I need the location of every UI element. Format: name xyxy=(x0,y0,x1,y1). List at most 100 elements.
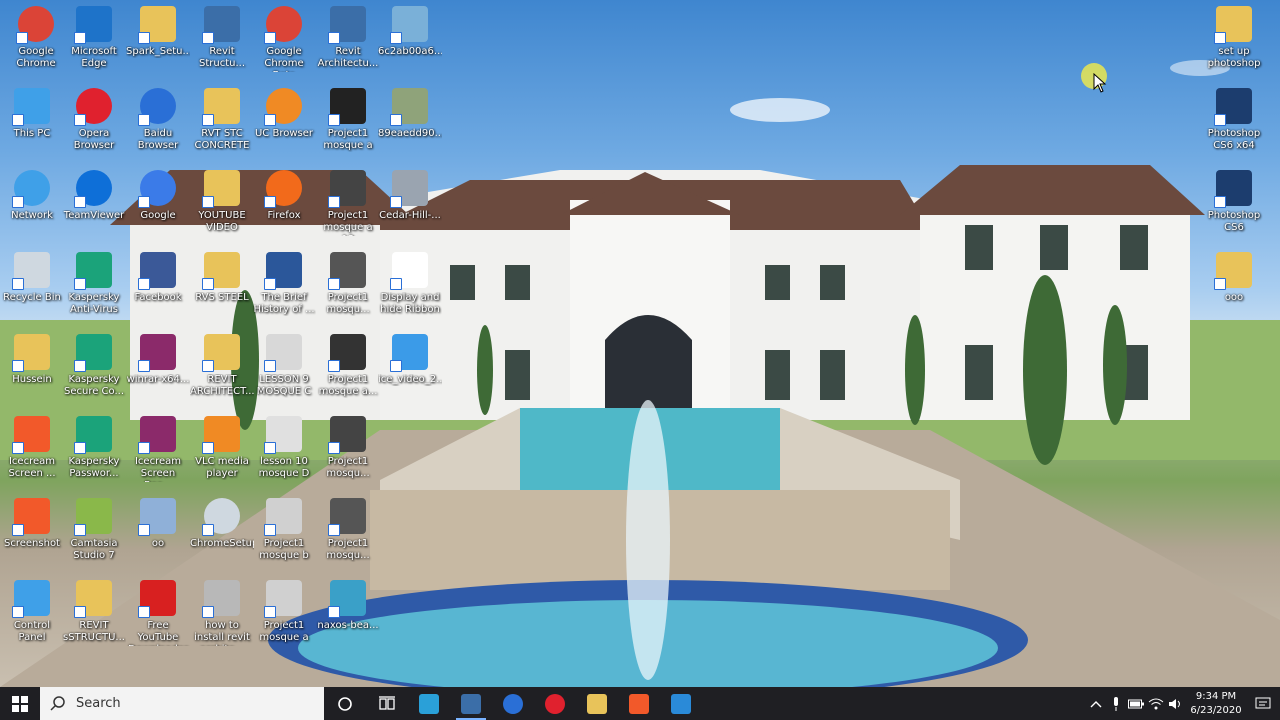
chrome-beta-icon xyxy=(264,6,302,44)
desktop-icon[interactable]: Revit Structu... xyxy=(190,0,254,70)
task-view-button[interactable] xyxy=(366,687,408,720)
desktop-icon[interactable]: Control Panel xyxy=(0,574,64,644)
kaspersky-icon xyxy=(74,252,112,290)
microphone-icon xyxy=(1114,696,1118,711)
desktop-icon[interactable]: Google Chrome Beta xyxy=(252,0,316,72)
taskbar-app-button[interactable] xyxy=(492,687,534,720)
desktop-icon[interactable]: Display and hide Ribbon xyxy=(378,246,442,316)
desktop-icon[interactable]: 89eaedd90... xyxy=(378,82,442,140)
desktop-icon[interactable]: Photoshop CS6 xyxy=(1202,164,1266,234)
desktop-icon[interactable]: Kaspersky Secure Co... xyxy=(62,328,126,398)
taskbar-app-button[interactable] xyxy=(660,687,702,720)
desktop-icon[interactable]: Project1 mosque a... xyxy=(316,328,380,398)
desktop-icon[interactable]: Spark_Setu... xyxy=(126,0,190,58)
desktop-icon[interactable]: Hussein xyxy=(0,328,64,386)
desktop-icon-label: This PC xyxy=(13,128,51,139)
revit-icon xyxy=(328,6,366,44)
desktop-icon[interactable]: RVS STEEL xyxy=(190,246,254,304)
desktop-icon[interactable]: The Brief History of ... xyxy=(252,246,316,316)
desktop-icon[interactable]: Revit Architectu... xyxy=(316,0,380,70)
desktop-icon[interactable]: Opera Browser xyxy=(62,82,126,152)
desktop-icon[interactable]: Free YouTube Downloader xyxy=(126,574,190,646)
desktop-icon[interactable]: Network xyxy=(0,164,64,222)
desktop-icon[interactable]: winrar-x64... xyxy=(126,328,190,386)
desktop-icon[interactable]: lesson 10 mosque D xyxy=(252,410,316,480)
desktop-icon[interactable]: Facebook xyxy=(126,246,190,304)
taskbar-search-box[interactable]: Search xyxy=(40,687,324,720)
desktop-icon[interactable]: Google xyxy=(126,164,190,222)
desktop-icon-label: oo xyxy=(151,538,165,549)
image-thumbnail-icon xyxy=(390,88,428,126)
desktop-icon[interactable]: Baidu Browser xyxy=(126,82,190,152)
taskbar-app-button[interactable] xyxy=(408,687,450,720)
desktop-icon[interactable]: RVT STC CONCRETE xyxy=(190,82,254,152)
taskbar-app-button[interactable] xyxy=(450,687,492,720)
camtasia-icon xyxy=(74,498,112,536)
revit-icon xyxy=(461,693,481,714)
start-button[interactable] xyxy=(0,687,40,720)
volume-tray-button[interactable] xyxy=(1166,687,1186,720)
desktop-icon-label: Baidu Browser xyxy=(137,128,179,151)
desktop-icon-label: set up photoshop xyxy=(1207,46,1261,69)
show-hidden-icons-button[interactable] xyxy=(1086,687,1106,720)
image-thumbnail-icon xyxy=(328,580,366,618)
desktop-icon[interactable]: Screenshot xyxy=(0,492,64,550)
taskbar-app-button[interactable] xyxy=(576,687,618,720)
desktop-icon[interactable]: Kaspersky Passwor... xyxy=(62,410,126,480)
desktop-icon-label: Display and hide Ribbon xyxy=(380,292,440,315)
cortana-button[interactable] xyxy=(324,687,366,720)
desktop-icon[interactable]: how to install revit archite... xyxy=(190,574,254,646)
taskbar-app-button[interactable] xyxy=(618,687,660,720)
icecream-screen-icon xyxy=(12,416,50,454)
desktop-icon[interactable]: Project1 mosque b xyxy=(252,492,316,562)
battery-tray-button[interactable] xyxy=(1126,687,1146,720)
word-doc-icon xyxy=(264,252,302,290)
desktop-icon[interactable]: TeamViewer xyxy=(62,164,126,222)
project-thumbnail-icon xyxy=(328,252,366,290)
desktop-icon[interactable]: Photoshop CS6 x64 xyxy=(1202,82,1266,152)
desktop-icon[interactable]: LESSON 9 MOSQUE C xyxy=(252,328,316,398)
desktop-icon-label: naxos-bea... xyxy=(317,620,379,631)
desktop-icon[interactable]: Project1 mosque a 12 xyxy=(316,164,380,236)
desktop-icon[interactable]: Google Chrome xyxy=(4,0,68,70)
desktop-icon[interactable]: Project1 mosqu... xyxy=(316,410,380,480)
desktop-icon[interactable]: Microsoft Edge xyxy=(62,0,126,70)
desktop-icon[interactable]: ice_video_2... xyxy=(378,328,442,386)
desktop-icon[interactable]: set up photoshop xyxy=(1202,0,1266,70)
folder-zip-icon xyxy=(202,334,240,372)
desktop-icon[interactable]: Recycle Bin xyxy=(0,246,64,304)
desktop-icon[interactable]: Cedar-Hill-... xyxy=(378,164,442,222)
desktop-icon[interactable]: naxos-bea... xyxy=(316,574,380,632)
network-icon xyxy=(12,170,50,208)
desktop-icon[interactable]: ChromeSetup xyxy=(190,492,254,550)
desktop-icon[interactable]: Camtasia Studio 7 xyxy=(62,492,126,562)
desktop-icon-label: ice_video_2... xyxy=(378,374,442,385)
desktop-icon[interactable]: UC Browser xyxy=(252,82,316,140)
desktop-icon-label: VLC media player xyxy=(195,456,249,479)
desktop-icon[interactable]: 6c2ab00a6... xyxy=(378,0,442,58)
arrow-cursor-icon xyxy=(1093,73,1107,93)
taskbar-clock[interactable]: 9:34 PM 6/23/2020 xyxy=(1186,690,1246,718)
desktop-icon[interactable]: Icecream Screen ... xyxy=(0,410,64,480)
action-center-button[interactable] xyxy=(1246,687,1280,720)
desktop-icon[interactable]: Project1 mosqu... xyxy=(316,492,380,562)
desktop-icon[interactable]: Firefox xyxy=(252,164,316,222)
desktop-icon[interactable]: YOUTUBE VIDEO xyxy=(190,164,254,234)
desktop-icon[interactable]: Icecream Screen Rec... xyxy=(126,410,190,482)
desktop-icon[interactable]: Kaspersky Anti-Virus xyxy=(62,246,126,316)
microphone-tray-button[interactable] xyxy=(1106,687,1126,720)
desktop-icon[interactable]: oo xyxy=(126,492,190,550)
desktop-icon-label: Network xyxy=(11,210,53,221)
desktop-icon-label: Project1 mosque a xyxy=(259,620,309,643)
desktop-icon[interactable]: Project1 mosque a xyxy=(316,82,380,152)
desktop-icon[interactable]: REVIT sSTRUCTU... xyxy=(62,574,126,644)
desktop-icon[interactable]: VLC media player xyxy=(190,410,254,480)
desktop-icon[interactable]: Project1 mosque a xyxy=(252,574,316,644)
desktop-icon[interactable]: This PC xyxy=(0,82,64,140)
desktop-icon[interactable]: ooo xyxy=(1202,246,1266,304)
desktop-icon[interactable]: REVIT ARCHITECT... xyxy=(190,328,254,398)
google-icon xyxy=(138,170,176,208)
wifi-tray-button[interactable] xyxy=(1146,687,1166,720)
taskbar-app-button[interactable] xyxy=(534,687,576,720)
desktop-icon[interactable]: Project1 mosqu... xyxy=(316,246,380,316)
